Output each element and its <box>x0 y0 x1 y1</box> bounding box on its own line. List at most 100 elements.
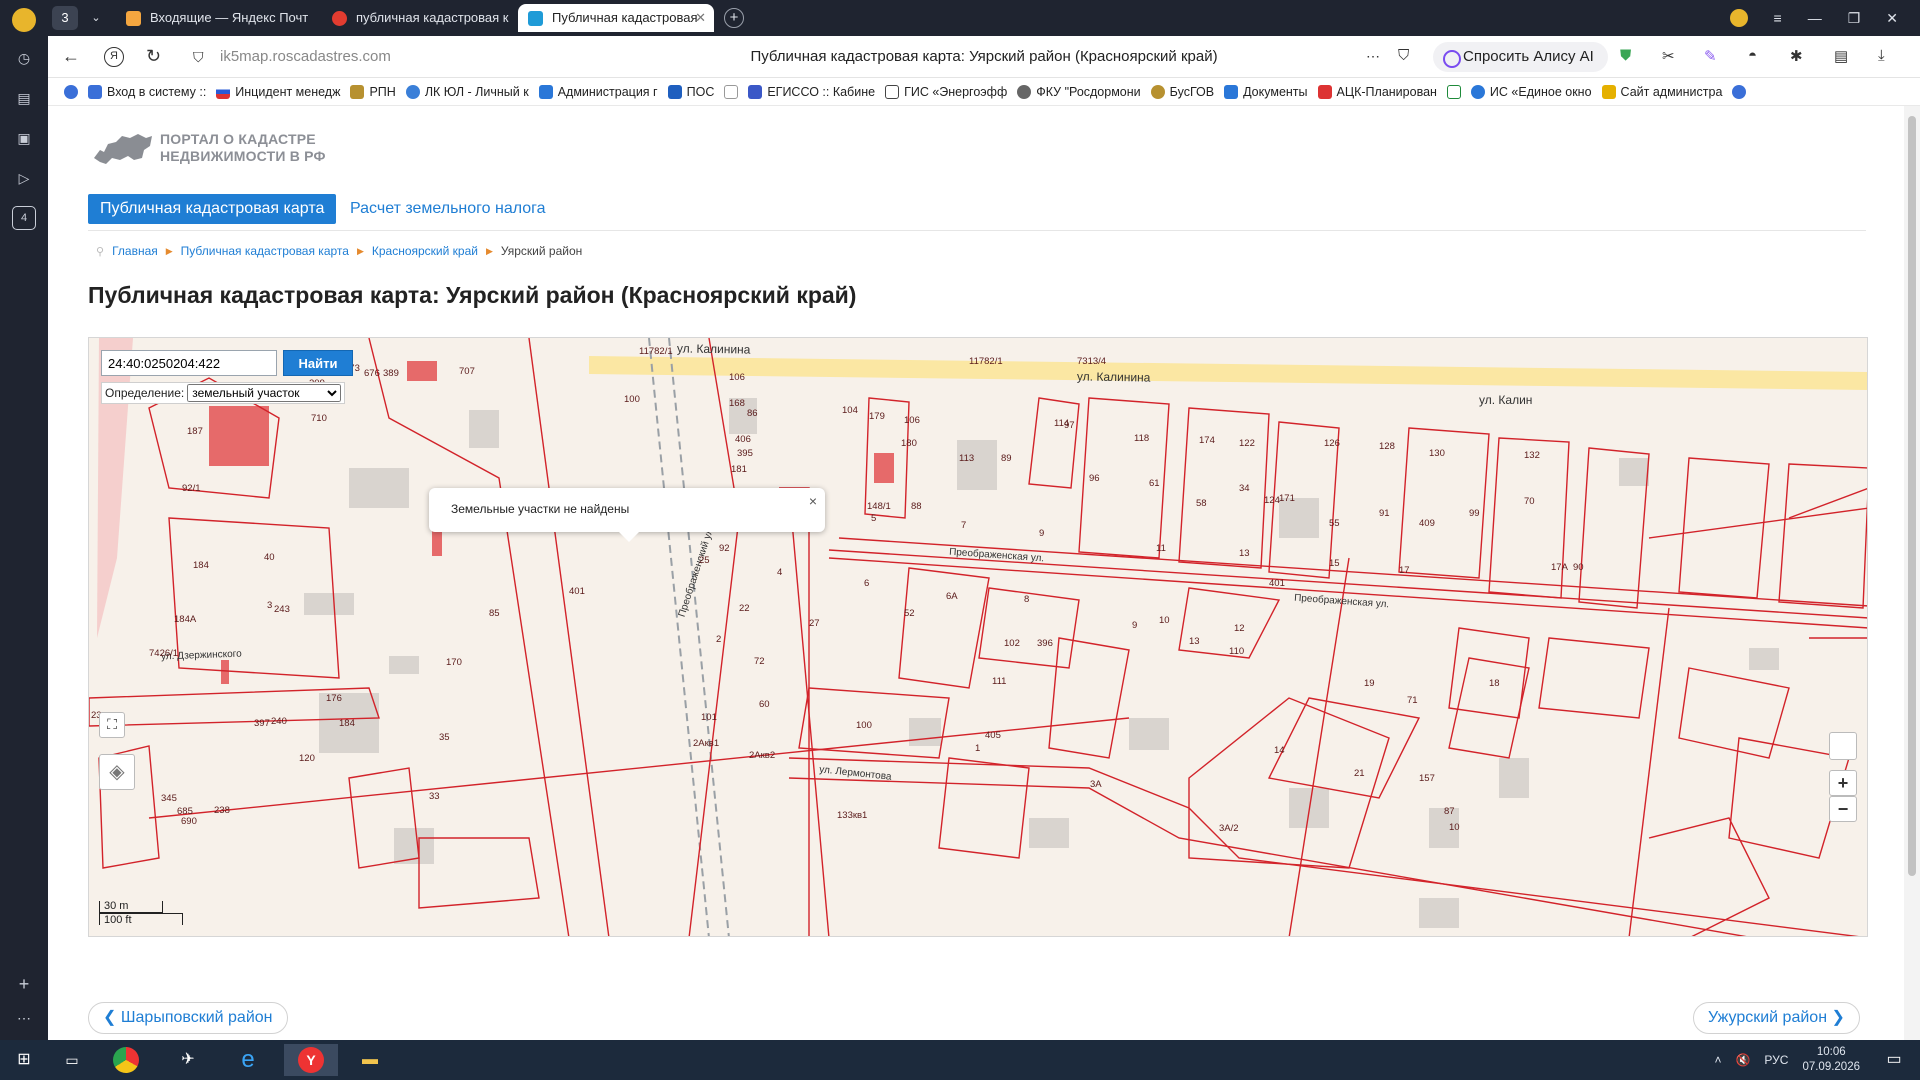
map-blank-control[interactable] <box>1829 732 1857 760</box>
prev-district-link[interactable]: ❮ Шарыповский район <box>88 1002 288 1034</box>
breadcrumb-current: Уярский район <box>500 244 583 258</box>
reading-list-icon[interactable]: ▤ <box>1834 47 1848 65</box>
more-dots-icon[interactable]: ⋯ <box>1366 48 1380 65</box>
parcel-number-label: 171 <box>1279 493 1295 504</box>
collections-icon[interactable]: ▤ <box>12 86 36 110</box>
hat-icon[interactable]: ◓ <box>1748 47 1757 64</box>
portal-logo[interactable]: ПОРТАЛ О КАДАСТРЕ НЕДВИЖИМОСТИ В РФ <box>92 128 326 168</box>
screenshot-icon[interactable]: ▣ <box>12 126 36 150</box>
keyboard-language[interactable]: РУС <box>1764 1053 1788 1067</box>
tab-count-icon[interactable]: 4 <box>12 206 36 230</box>
next-district-link[interactable]: Ужурский район ❯ <box>1693 1002 1860 1034</box>
bookmark-item[interactable]: Инцидент менедж <box>216 84 350 99</box>
bookmark-item[interactable]: ГИС «Энергоэфф <box>885 84 1017 99</box>
bookmark-item[interactable]: ИС «Единое окно <box>1470 84 1602 99</box>
bookmark-item[interactable]: Документы <box>1224 84 1317 99</box>
parcel-number-label: 409 <box>1419 518 1435 529</box>
more-icon[interactable]: ⋯ <box>12 1006 36 1030</box>
site-info-icon[interactable]: ⛉ <box>193 49 204 66</box>
task-view-icon[interactable]: ▭ <box>52 1044 92 1076</box>
breadcrumb-region[interactable]: Красноярский край <box>372 244 478 258</box>
bookmark-item[interactable] <box>1446 84 1471 99</box>
bookmark-item[interactable]: Вход в систему :: <box>88 84 216 99</box>
bookmark-item[interactable]: Администрация г <box>538 84 668 99</box>
parcel-number-label: 2 <box>716 634 722 645</box>
tab-mail[interactable]: Входящие — Яндекс Почт <box>116 4 316 32</box>
new-tab-icon[interactable]: + <box>724 8 744 28</box>
reload-icon[interactable]: ↻ <box>146 46 161 67</box>
yandex-browser-icon[interactable]: Y <box>284 1044 338 1076</box>
bookmark-item[interactable]: АЦК-Планирован <box>1317 84 1447 99</box>
tray-expand-icon[interactable]: ˄ <box>1714 1053 1721 1067</box>
file-explorer-icon[interactable]: ▬ <box>350 1044 390 1076</box>
parcel-number-label: 6 <box>864 578 870 589</box>
bookmark-item[interactable]: ЕГИССО :: Кабине <box>748 84 885 99</box>
bookmark-item[interactable] <box>724 84 748 99</box>
protect-shield-icon[interactable]: ⛊ <box>1620 47 1631 64</box>
history-icon[interactable]: ◷ <box>12 46 36 70</box>
tab-public-cadastral-map[interactable]: Публичная кадастровая карта <box>88 194 337 224</box>
parcel-number-label: 11782/1 <box>969 356 1003 367</box>
close-tab-icon[interactable]: ✕ <box>695 4 706 32</box>
scrollbar-thumb[interactable] <box>1908 116 1916 876</box>
bookmark-icon[interactable]: ⛉ <box>1398 47 1409 64</box>
restore-icon[interactable]: ❐ <box>1848 10 1861 27</box>
parcel-number-label: 21 <box>1354 768 1365 779</box>
browser-bird-icon[interactable]: ✈ <box>168 1044 208 1076</box>
fullscreen-icon[interactable]: ⛶ <box>99 712 125 738</box>
breadcrumb-home[interactable]: Главная <box>112 244 158 258</box>
bookmark-emblem-icon[interactable] <box>64 84 88 99</box>
cadastral-number-input[interactable] <box>101 350 277 376</box>
volume-icon[interactable]: 🔇 <box>1735 1053 1750 1067</box>
media-icon[interactable]: ▷ <box>12 166 36 190</box>
bookmark-item[interactable]: ФКУ "Росдормони <box>1017 84 1150 99</box>
clock-time: 10:06 <box>1816 1046 1846 1058</box>
docs-icon <box>1224 84 1239 99</box>
feather-icon[interactable]: ✎ <box>1704 47 1717 65</box>
yandex-profile-icon[interactable] <box>12 8 36 32</box>
emblem-icon <box>1150 84 1165 99</box>
add-panel-icon[interactable]: + <box>12 972 36 996</box>
bookmark-item[interactable]: ПОС <box>667 84 725 99</box>
clock[interactable]: 10:06 07.09.2026 <box>1802 1045 1860 1075</box>
tab-land-tax-calculation[interactable]: Расчет земельного налога <box>350 200 546 218</box>
notifications-icon[interactable]: ▭ <box>1874 1044 1914 1076</box>
definition-select[interactable]: земельный участок <box>187 384 342 402</box>
extension-icon[interactable]: ✂ <box>1662 47 1675 65</box>
bookmark-item[interactable]: Сайт администра <box>1601 84 1733 99</box>
cadastral-map[interactable]: ул. Калинина ул. Калинина ул. Калин Прео… <box>88 337 1868 937</box>
parcel-number-label: 9 <box>1039 528 1045 539</box>
find-button[interactable]: Найти <box>283 350 353 376</box>
minimize-icon[interactable]: — <box>1808 10 1822 26</box>
extensions-puzzle-icon[interactable]: ✱ <box>1790 47 1803 65</box>
profile-avatar-icon[interactable] <box>1729 9 1748 27</box>
ask-alice-button[interactable]: Спросить Алису AI <box>1433 42 1608 72</box>
page-scrollbar[interactable] <box>1904 106 1920 1040</box>
yandex-home-icon[interactable]: Я <box>104 47 124 67</box>
close-window-icon[interactable]: ✕ <box>1886 10 1898 27</box>
tab-search[interactable]: публичная кадастровая к <box>322 4 522 32</box>
download-icon[interactable]: ⤓ <box>1878 47 1885 64</box>
tab-groups-counter[interactable]: 3 <box>52 6 78 30</box>
map-canvas[interactable] <box>89 338 1868 937</box>
layers-icon[interactable]: ◈ <box>99 754 135 790</box>
back-icon[interactable]: ← <box>62 46 80 67</box>
bookmark-item[interactable]: ЛК ЮЛ - Личный к <box>405 84 539 99</box>
parcel-number-label: 401 <box>1269 578 1285 589</box>
close-icon[interactable]: × <box>809 493 817 509</box>
windows-start-icon[interactable]: ⊞ <box>4 1044 44 1076</box>
bookmark-item[interactable]: РПН <box>350 84 405 99</box>
tab-cadastral-map[interactable]: Публичная кадастровая ✕ <box>518 4 714 32</box>
bookmark-item[interactable]: БусГОВ <box>1150 84 1224 99</box>
internet-explorer-icon[interactable]: e <box>228 1044 268 1076</box>
parcel-number-label: 102 <box>1004 638 1020 649</box>
bookmark-label: Инцидент менедж <box>235 84 341 99</box>
chrome-icon[interactable] <box>106 1044 146 1076</box>
menu-icon[interactable]: ≡ <box>1774 10 1782 26</box>
zoom-out-button[interactable]: − <box>1829 796 1857 822</box>
breadcrumb-map[interactable]: Публичная кадастровая карта <box>181 244 349 258</box>
url-host[interactable]: ik5map.roscadastres.com <box>220 48 391 65</box>
zoom-in-button[interactable]: + <box>1829 770 1857 796</box>
bookmark-item[interactable] <box>1732 84 1756 99</box>
tab-list-chevron-icon[interactable]: ⌄ <box>84 6 108 30</box>
